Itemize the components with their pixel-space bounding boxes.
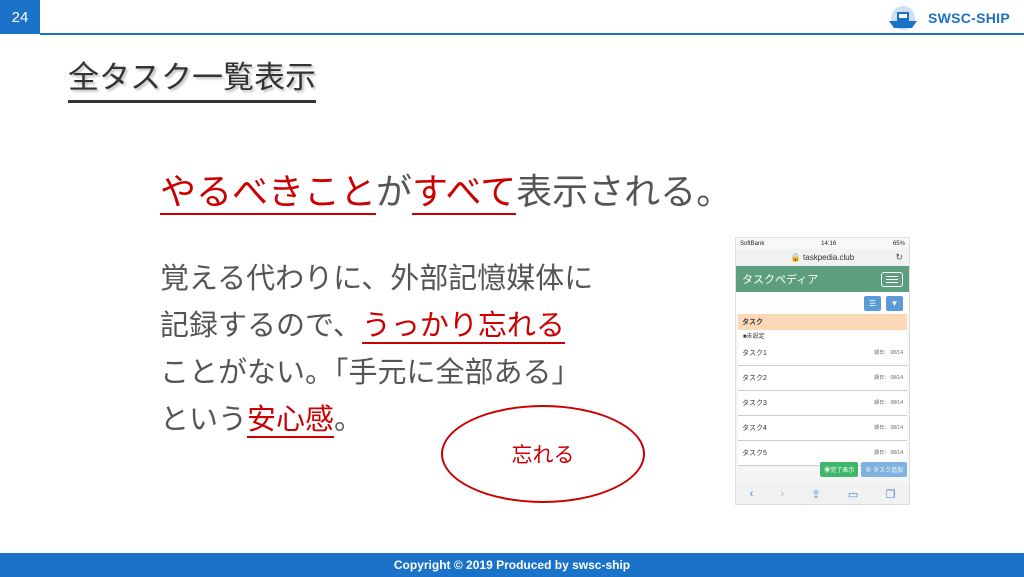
forward-icon[interactable]: › — [781, 488, 785, 500]
task-due: 期日： 08/14 — [874, 424, 903, 431]
ship-icon — [888, 6, 917, 30]
reload-icon[interactable]: ↻ — [895, 252, 903, 263]
task-name: タスク5 — [742, 450, 767, 457]
task-row[interactable]: タスク4 期日： 08/14 — [738, 416, 907, 441]
back-icon[interactable]: ‹ — [750, 488, 754, 500]
headline: やるべきことがすべて表示される。 — [160, 168, 732, 218]
add-task-button[interactable]: ⊕ タスク追加 — [861, 462, 907, 477]
task-due: 期日： 08/14 — [874, 399, 903, 406]
app-header: タスクペディア — [736, 266, 909, 292]
logo: SWSC-SHIP — [884, 4, 1010, 32]
headline-text-2: が — [376, 172, 413, 213]
task-name: タスク3 — [742, 400, 767, 407]
forget-ellipse: 忘れる — [441, 405, 645, 503]
body-line-2-text: 記録するので、 — [160, 308, 362, 342]
task-list: タスク1 期日： 08/14 タスク2 期日： 08/14 タスク3 期日： 08/14 タ… — [736, 341, 909, 466]
task-name: タスク1 — [742, 350, 767, 357]
floating-buttons: ◉完了表示 ⊕ タスク追加 — [820, 462, 907, 477]
ellipse-label: 忘れる — [511, 443, 575, 467]
menu-icon[interactable] — [881, 271, 903, 287]
logo-text: SWSC-SHIP — [927, 10, 1010, 26]
app-title: タスクペディア — [742, 274, 819, 286]
plus-icon: ⊕ — [865, 468, 872, 474]
tabs-icon[interactable]: ❐ — [885, 488, 895, 501]
task-due: 期日： 08/14 — [874, 449, 903, 456]
add-task-label: タスク追加 — [872, 468, 903, 474]
task-list-header: タスク — [738, 314, 907, 330]
share-icon[interactable]: ⇪ — [811, 488, 820, 501]
task-row[interactable]: タスク3 期日： 08/14 — [738, 391, 907, 416]
task-name: タスク2 — [742, 375, 767, 382]
top-rule — [40, 33, 1024, 35]
task-due: 期日： 08/14 — [874, 349, 903, 356]
status-bar: SoftBank 14:16 65% — [736, 238, 909, 249]
carrier: SoftBank — [740, 240, 765, 247]
body-line-3: ことがない。「手元に全部ある」 — [160, 355, 581, 389]
list-icon[interactable]: ☰ — [864, 295, 881, 311]
body-text: 覚える代わりに、外部記憶媒体に 記録するので、うっかり忘れる ことがない。「手元… — [160, 255, 700, 443]
clock: 14:16 — [821, 240, 837, 247]
bookmarks-icon[interactable]: ▭ — [848, 488, 858, 501]
filter-icon[interactable]: ▼ — [886, 295, 903, 311]
show-done-button[interactable]: ◉完了表示 — [820, 462, 859, 477]
page-number: 24 — [0, 0, 40, 34]
tool-row: ☰ ▼ — [736, 292, 909, 314]
body-line-4-end: 。 — [334, 402, 364, 436]
footer: Copyright © 2019 Produced by swsc-ship — [0, 553, 1024, 577]
task-row[interactable]: タスク2 期日： 08/14 — [738, 366, 907, 391]
show-done-label: 完了表示 — [830, 468, 855, 474]
url-text: taskpedia.club — [803, 253, 855, 262]
body-line-4-text: という — [160, 402, 248, 436]
body-line-1: 覚える代わりに、外部記憶媒体に — [160, 261, 594, 295]
slide-title: 全タスク一覧表示 — [68, 58, 316, 103]
url-bar[interactable]: 🔒 taskpedia.club ↻ — [736, 249, 909, 266]
body-emphasis-forget: うっかり忘れる — [361, 308, 565, 344]
body-line-2: 記録するので、うっかり忘れる — [160, 302, 700, 349]
section-unset: ■未設定 — [738, 330, 907, 341]
task-row[interactable]: タスク1 期日： 08/14 — [738, 341, 907, 366]
body-emphasis-relief: 安心感 — [247, 402, 335, 438]
headline-emphasis-1: やるべきこと — [160, 172, 377, 215]
lock-icon: 🔒 — [790, 253, 801, 262]
battery: 65% — [892, 240, 905, 247]
task-due: 期日： 08/14 — [874, 374, 903, 381]
headline-emphasis-2: すべて — [412, 172, 517, 215]
headline-text-4: 表示される。 — [516, 172, 733, 213]
phone-screenshot: SoftBank 14:16 65% 🔒 taskpedia.club ↻ タス… — [735, 237, 910, 505]
task-name: タスク4 — [742, 425, 767, 432]
browser-nav-bar: ‹ › ⇪ ▭ ❐ — [736, 484, 909, 504]
